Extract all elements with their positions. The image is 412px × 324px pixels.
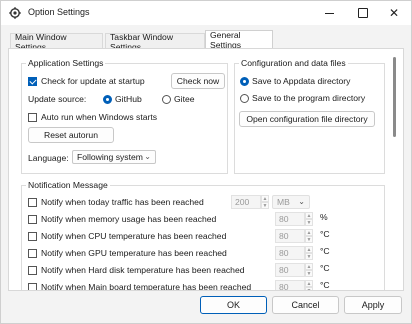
program-dir-radio[interactable] <box>240 94 249 103</box>
memory-stepper[interactable]: 80 ▲ ▼ <box>275 212 313 226</box>
open-config-dir-button[interactable]: Open configuration file directory <box>239 111 375 127</box>
apply-button[interactable]: Apply <box>344 296 402 314</box>
maximize-button[interactable] <box>346 1 380 25</box>
group-title: Configuration and data files <box>239 58 348 68</box>
tab-bar: Main Window Settings Taskbar Window Sett… <box>1 29 411 52</box>
chevron-down-icon: ⌄ <box>298 197 305 206</box>
github-radio[interactable] <box>103 95 112 104</box>
check-now-button[interactable]: Check now <box>171 73 225 89</box>
stepper-value: 80 <box>275 212 305 226</box>
close-icon: ✕ <box>388 6 400 20</box>
auto-run-checkbox[interactable] <box>28 113 37 122</box>
minimize-button[interactable] <box>312 1 346 25</box>
tab-main-window-settings[interactable]: Main Window Settings <box>10 32 103 52</box>
title-bar: Option Settings ✕ <box>1 1 411 25</box>
language-label: Language: <box>28 153 69 163</box>
disk-stepper[interactable]: 80 ▲ ▼ <box>275 263 313 277</box>
stepper-value: 80 <box>275 280 305 290</box>
notify-mainboard-checkbox[interactable] <box>28 283 37 290</box>
maximize-icon <box>358 8 368 18</box>
notify-gpu-checkbox[interactable] <box>28 249 37 258</box>
group-title: Application Settings <box>26 58 106 68</box>
minimize-icon <box>324 12 334 14</box>
memory-unit: % <box>320 212 328 222</box>
cpu-stepper[interactable]: 80 ▲ ▼ <box>275 229 313 243</box>
chevron-up-icon[interactable]: ▲ <box>305 229 313 236</box>
reset-autorun-button[interactable]: Reset autorun <box>28 127 114 143</box>
notify-traffic-label: Notify when today traffic has been reach… <box>41 197 204 207</box>
notify-gpu-label: Notify when GPU temperature has been rea… <box>41 248 227 258</box>
button-label: Check now <box>176 76 220 86</box>
configuration-group: Configuration and data files Save to App… <box>234 58 385 174</box>
auto-run-label: Auto run when Windows starts <box>41 112 158 122</box>
appdata-label: Save to Appdata directory <box>252 76 351 86</box>
gpu-stepper[interactable]: 80 ▲ ▼ <box>275 246 313 260</box>
chevron-up-icon[interactable]: ▲ <box>305 280 313 287</box>
option-settings-window: Option Settings ✕ Main Window Settings T… <box>0 0 412 324</box>
cpu-unit: °C <box>320 229 330 239</box>
stepper-value: 80 <box>275 246 305 260</box>
chevron-up-icon[interactable]: ▲ <box>305 263 313 270</box>
tab-label: General Settings <box>210 30 242 50</box>
group-title: Notification Message <box>26 180 110 190</box>
notify-memory-checkbox[interactable] <box>28 215 37 224</box>
ok-button[interactable]: OK <box>200 296 267 314</box>
notify-memory-label: Notify when memory usage has been reache… <box>41 214 217 224</box>
window-title: Option Settings <box>28 7 90 17</box>
language-value: Following system <box>77 152 143 162</box>
stepper-value: 80 <box>275 263 305 277</box>
chevron-down-icon[interactable]: ▼ <box>305 270 313 277</box>
notify-cpu-label: Notify when CPU temperature has been rea… <box>41 231 227 241</box>
language-select[interactable]: Following system ⌄ <box>72 150 156 164</box>
traffic-stepper[interactable]: 200 ▲ ▼ <box>231 195 269 209</box>
cancel-button[interactable]: Cancel <box>272 296 339 314</box>
button-label: OK <box>226 300 240 310</box>
notify-disk-label: Notify when Hard disk temperature has be… <box>41 265 245 275</box>
tab-general-settings[interactable]: General Settings <box>205 30 273 50</box>
chevron-up-icon[interactable]: ▲ <box>305 246 313 253</box>
disk-unit: °C <box>320 263 330 273</box>
notify-disk-checkbox[interactable] <box>28 266 37 275</box>
notify-traffic-checkbox[interactable] <box>28 198 37 207</box>
chevron-down-icon[interactable]: ▼ <box>261 202 269 209</box>
chevron-down-icon[interactable]: ▼ <box>305 253 313 260</box>
program-dir-label: Save to the program directory <box>252 93 366 103</box>
button-label: Apply <box>361 300 385 310</box>
notify-cpu-checkbox[interactable] <box>28 232 37 241</box>
gitee-label: Gitee <box>174 94 195 104</box>
chevron-up-icon[interactable]: ▲ <box>305 212 313 219</box>
check-update-checkbox[interactable] <box>28 77 37 86</box>
button-label: Cancel <box>291 300 320 310</box>
appdata-radio[interactable] <box>240 77 249 86</box>
check-update-label: Check for update at startup <box>41 76 145 86</box>
chevron-down-icon[interactable]: ▼ <box>305 219 313 226</box>
traffic-unit-select[interactable]: MB ⌄ <box>272 195 310 209</box>
gpu-unit: °C <box>320 246 330 256</box>
chevron-down-icon: ⌄ <box>144 152 151 161</box>
chevron-down-icon[interactable]: ▼ <box>305 287 313 290</box>
notification-group: Notification Message Notify when today t… <box>21 180 385 291</box>
close-button[interactable]: ✕ <box>377 1 411 25</box>
application-settings-group: Application Settings Check for update at… <box>21 58 228 174</box>
update-source-label: Update source: <box>28 94 87 104</box>
notify-mainboard-label: Notify when Main board temperature has b… <box>41 282 252 291</box>
tab-taskbar-window-settings[interactable]: Taskbar Window Settings <box>105 32 205 52</box>
stepper-value: 200 <box>231 195 261 209</box>
mainboard-stepper[interactable]: 80 ▲ ▼ <box>275 280 313 290</box>
github-label: GitHub <box>115 94 142 104</box>
chevron-up-icon[interactable]: ▲ <box>261 195 269 202</box>
vertical-scrollbar[interactable] <box>393 57 396 137</box>
button-label: Reset autorun <box>44 130 98 140</box>
button-label: Open configuration file directory <box>246 114 368 124</box>
app-icon <box>9 7 21 19</box>
unit-value: MB <box>277 197 290 207</box>
gitee-radio[interactable] <box>162 95 171 104</box>
stepper-value: 80 <box>275 229 305 243</box>
chevron-down-icon[interactable]: ▼ <box>305 236 313 243</box>
mainboard-unit: °C <box>320 280 330 290</box>
general-settings-panel: Application Settings Check for update at… <box>8 48 404 291</box>
